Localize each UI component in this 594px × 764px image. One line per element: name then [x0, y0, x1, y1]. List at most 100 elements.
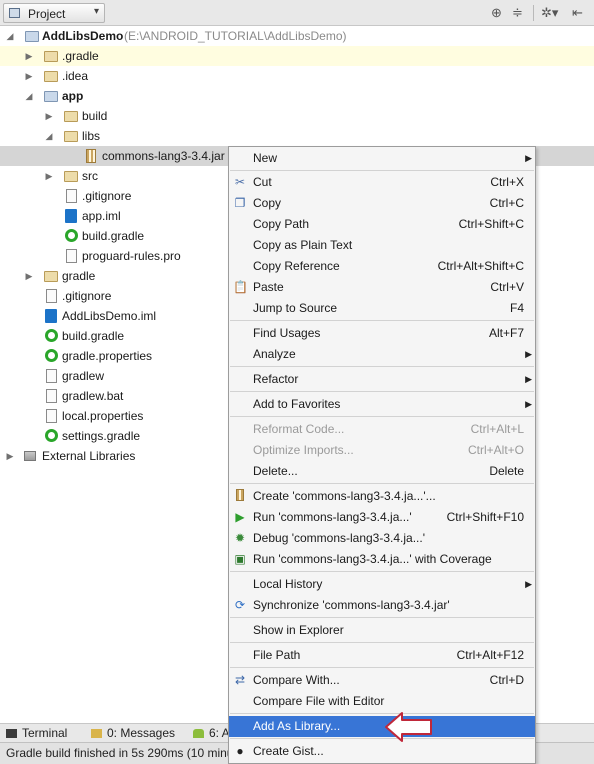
tree-item-dot-idea[interactable]: ▶ .idea [0, 66, 594, 86]
menu-item-run[interactable]: ▶ Run 'commons-lang3-3.4.ja...' Ctrl+Shi… [229, 507, 535, 528]
menu-item-shortcut: F4 [509, 301, 524, 315]
menu-item-label: Optimize Imports... [253, 443, 354, 457]
menu-item-synchronize[interactable]: ⟳ Synchronize 'commons-lang3-3.4.jar' [229, 595, 535, 616]
menu-item-add-to-favorites[interactable]: Add to Favorites ▶ [229, 394, 535, 415]
menu-item-label: Run 'commons-lang3-3.4.ja...' [253, 510, 412, 524]
tree-item-libs[interactable]: ◢ libs [0, 126, 594, 146]
tree-item-label: gradlew [62, 369, 105, 383]
tree-item-label: local.properties [62, 409, 144, 423]
header-divider [533, 5, 534, 21]
terminal-tab-label: Terminal [22, 726, 68, 740]
menu-item-delete[interactable]: Delete... Delete [229, 461, 535, 482]
menu-item-run-with-coverage[interactable]: ▣ Run 'commons-lang3-3.4.ja...' with Cov… [229, 549, 535, 570]
tree-item-dot-gradle[interactable]: ▶ .gradle [0, 46, 594, 66]
menu-item-label: Reformat Code... [253, 422, 345, 436]
tree-item-label: build.gradle [82, 229, 145, 243]
tree-item-app[interactable]: ◢ app [0, 86, 594, 106]
collapsed-arrow-icon[interactable]: ▶ [24, 46, 34, 66]
folder-icon [64, 111, 78, 122]
menu-item-optimize-imports: Optimize Imports... Ctrl+Alt+O [229, 440, 535, 461]
menu-item-create-config[interactable]: Create 'commons-lang3-3.4.ja...'... [229, 486, 535, 507]
menu-item-debug[interactable]: ✹ Debug 'commons-lang3-3.4.ja...' [229, 528, 535, 549]
hide-panel-icon[interactable]: ⇤ [572, 5, 583, 21]
copy-icon: ❐ [234, 196, 246, 210]
android-tab[interactable]: 6: A [193, 726, 230, 740]
sync-icon: ⟳ [234, 598, 246, 612]
collapsed-arrow-icon[interactable]: ▶ [44, 106, 54, 126]
terminal-tab[interactable]: Terminal [6, 726, 67, 740]
status-message: Gradle build finished in 5s 290ms (10 mi… [6, 746, 234, 760]
menu-item-label: Create 'commons-lang3-3.4.ja...'... [253, 489, 436, 503]
expanded-arrow-icon[interactable]: ◢ [44, 126, 54, 146]
gradle-icon [45, 429, 58, 442]
menu-item-add-as-library[interactable]: Add As Library... [229, 716, 535, 737]
menu-item-label: Create Gist... [253, 744, 324, 758]
menu-item-compare-with[interactable]: ⇄ Compare With... Ctrl+D [229, 670, 535, 691]
menu-item-compare-file-with-editor[interactable]: Compare File with Editor [229, 691, 535, 712]
run-icon: ▶ [235, 510, 245, 524]
menu-item-new[interactable]: New ▶ [229, 148, 535, 169]
project-view-selector[interactable]: Project ▾ [3, 3, 105, 23]
menu-item-create-gist[interactable]: ● Create Gist... [229, 741, 535, 762]
messages-tab-label: 0: Messages [107, 726, 176, 740]
gear-icon[interactable]: ✲▾ [541, 5, 558, 21]
target-icon[interactable]: ⊕ [491, 5, 502, 21]
menu-item-copy-plain-text[interactable]: Copy as Plain Text [229, 235, 535, 256]
menu-item-find-usages[interactable]: Find Usages Alt+F7 [229, 323, 535, 344]
expanded-arrow-icon[interactable]: ◢ [24, 86, 34, 106]
library-icon [24, 451, 36, 461]
android-tab-label: 6: A [209, 726, 230, 740]
tree-item-label: .gradle [62, 49, 99, 63]
menu-item-copy-reference[interactable]: Copy Reference Ctrl+Alt+Shift+C [229, 256, 535, 277]
tree-item-label: src [82, 169, 98, 183]
menu-item-file-path[interactable]: File Path Ctrl+Alt+F12 [229, 645, 535, 666]
submenu-arrow-icon: ▶ [525, 399, 532, 409]
menu-item-refactor[interactable]: Refactor ▶ [229, 369, 535, 390]
tree-item-label: commons-lang3-3.4.jar [102, 149, 225, 163]
collapse-icon[interactable]: ≑ [512, 5, 523, 21]
tree-item-label: libs [82, 129, 101, 143]
menu-item-shortcut: Ctrl+Alt+L [470, 422, 524, 436]
menu-item-shortcut: Ctrl+Shift+C [458, 217, 524, 231]
jar-icon [86, 149, 96, 163]
tree-item-label: gradle [62, 269, 96, 283]
collapsed-arrow-icon[interactable]: ▶ [24, 266, 34, 286]
menu-item-label: Jump to Source [253, 301, 338, 315]
menu-item-label: Paste [253, 280, 284, 294]
collapsed-arrow-icon[interactable]: ▶ [24, 66, 34, 86]
tree-item-label: AddLibsDemo.iml [62, 309, 157, 323]
tree-item-label: settings.gradle [62, 429, 141, 443]
submenu-arrow-icon: ▶ [525, 579, 532, 589]
tree-item-build[interactable]: ▶ build [0, 106, 594, 126]
folder-icon [64, 131, 78, 142]
expanded-arrow-icon[interactable]: ◢ [5, 26, 15, 46]
menu-item-paste[interactable]: 📋 Paste Ctrl+V [229, 277, 535, 298]
menu-separator [230, 713, 534, 714]
collapsed-arrow-icon[interactable]: ▶ [5, 446, 15, 466]
gradle-icon [45, 349, 58, 362]
menu-item-jump-to-source[interactable]: Jump to Source F4 [229, 298, 535, 319]
tree-item-addlibsdemo[interactable]: ◢ AddLibsDemo (E:\ANDROID_TUTORIAL\AddLi… [0, 26, 594, 46]
folder-icon [44, 51, 58, 62]
collapsed-arrow-icon[interactable]: ▶ [44, 166, 54, 186]
tree-item-label: .gitignore [82, 189, 132, 203]
menu-item-local-history[interactable]: Local History ▶ [229, 574, 535, 595]
debug-icon: ✹ [234, 531, 246, 545]
tree-item-label: gradlew.bat [62, 389, 124, 403]
menu-item-label: Copy as Plain Text [253, 238, 353, 252]
project-view-label: Project [28, 7, 66, 21]
menu-item-show-in-explorer[interactable]: Show in Explorer [229, 620, 535, 641]
menu-separator [230, 483, 534, 484]
menu-item-cut[interactable]: ✂ Cut Ctrl+X [229, 172, 535, 193]
paste-icon: 📋 [233, 280, 248, 294]
menu-item-label: Cut [253, 175, 272, 189]
menu-separator [230, 320, 534, 321]
menu-item-copy[interactable]: ❐ Copy Ctrl+C [229, 193, 535, 214]
submenu-arrow-icon: ▶ [525, 374, 532, 384]
menu-item-label: Add to Favorites [253, 397, 341, 411]
menu-item-analyze[interactable]: Analyze ▶ [229, 344, 535, 365]
messages-tab[interactable]: 0: Messages [91, 726, 175, 740]
menu-item-label: Add As Library... [253, 719, 341, 733]
submenu-arrow-icon: ▶ [525, 153, 532, 163]
menu-item-copy-path[interactable]: Copy Path Ctrl+Shift+C [229, 214, 535, 235]
